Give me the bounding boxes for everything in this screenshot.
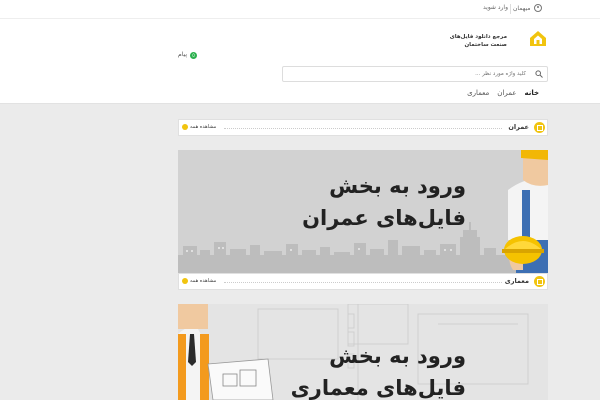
nav-item-home[interactable]: خانه (524, 89, 539, 97)
banner-heading: ورود به بخش فایل‌های عمران (302, 170, 466, 234)
logo-line-1: مرجع دانلود فایل‌های (449, 34, 507, 40)
site-header: مرجع دانلود فایل‌های صنعت ساختمان (0, 19, 600, 84)
banner-line-2: فایل‌های معماری (290, 376, 466, 400)
user-menu[interactable]: میهمان (513, 4, 542, 12)
banner-line-1: ورود به بخش (329, 344, 466, 368)
logo-house-icon[interactable] (528, 29, 548, 48)
banner-heading: ورود به بخش فایل‌های معماری (291, 340, 466, 400)
user-icon (533, 4, 542, 12)
nav-item-civil[interactable]: عمران (497, 89, 516, 97)
arrow-icon (182, 278, 188, 284)
architect-illustration (178, 304, 274, 400)
section-header-civil: عمران مشاهده همه (178, 119, 548, 136)
divider (510, 4, 511, 14)
arrow-icon (182, 124, 188, 130)
top-strip: میهمان وارد شوید (0, 0, 600, 19)
logo-text[interactable]: مرجع دانلود فایل‌های صنعت ساختمان (450, 33, 507, 49)
view-all-link[interactable]: مشاهده همه (182, 278, 216, 284)
view-all-label: مشاهده همه (190, 278, 217, 284)
search-icon[interactable] (535, 70, 543, 78)
view-all-label: مشاهده همه (190, 124, 217, 130)
category-icon (534, 276, 545, 287)
cart-count-badge: 0 (190, 52, 197, 59)
banner-architecture[interactable]: ورود به بخش فایل‌های معماری (178, 304, 548, 400)
dotted-divider (224, 282, 502, 283)
logo-line-2: صنعت ساختمان (464, 42, 507, 48)
login-link[interactable]: وارد شوید (483, 4, 508, 11)
main-nav: خانه عمران معماری (0, 84, 600, 104)
user-label: میهمان (513, 4, 531, 12)
category-icon (534, 122, 545, 133)
nav-item-architecture[interactable]: معماری (467, 89, 489, 97)
section-header-architecture: معماری مشاهده همه (178, 273, 548, 290)
banner-line-1: ورود به بخش (329, 174, 466, 198)
search-input[interactable] (283, 67, 530, 81)
view-all-link[interactable]: مشاهده همه (182, 124, 216, 130)
search-box[interactable] (282, 66, 548, 82)
section-title: عمران (508, 123, 529, 131)
banner-civil[interactable]: ورود به بخش فایل‌های عمران (178, 150, 548, 273)
cart-link[interactable]: پیام (178, 51, 187, 58)
worker-illustration (502, 150, 548, 273)
banner-line-2: فایل‌های عمران (302, 206, 466, 230)
dotted-divider (224, 128, 502, 129)
section-title: معماری (504, 277, 529, 285)
